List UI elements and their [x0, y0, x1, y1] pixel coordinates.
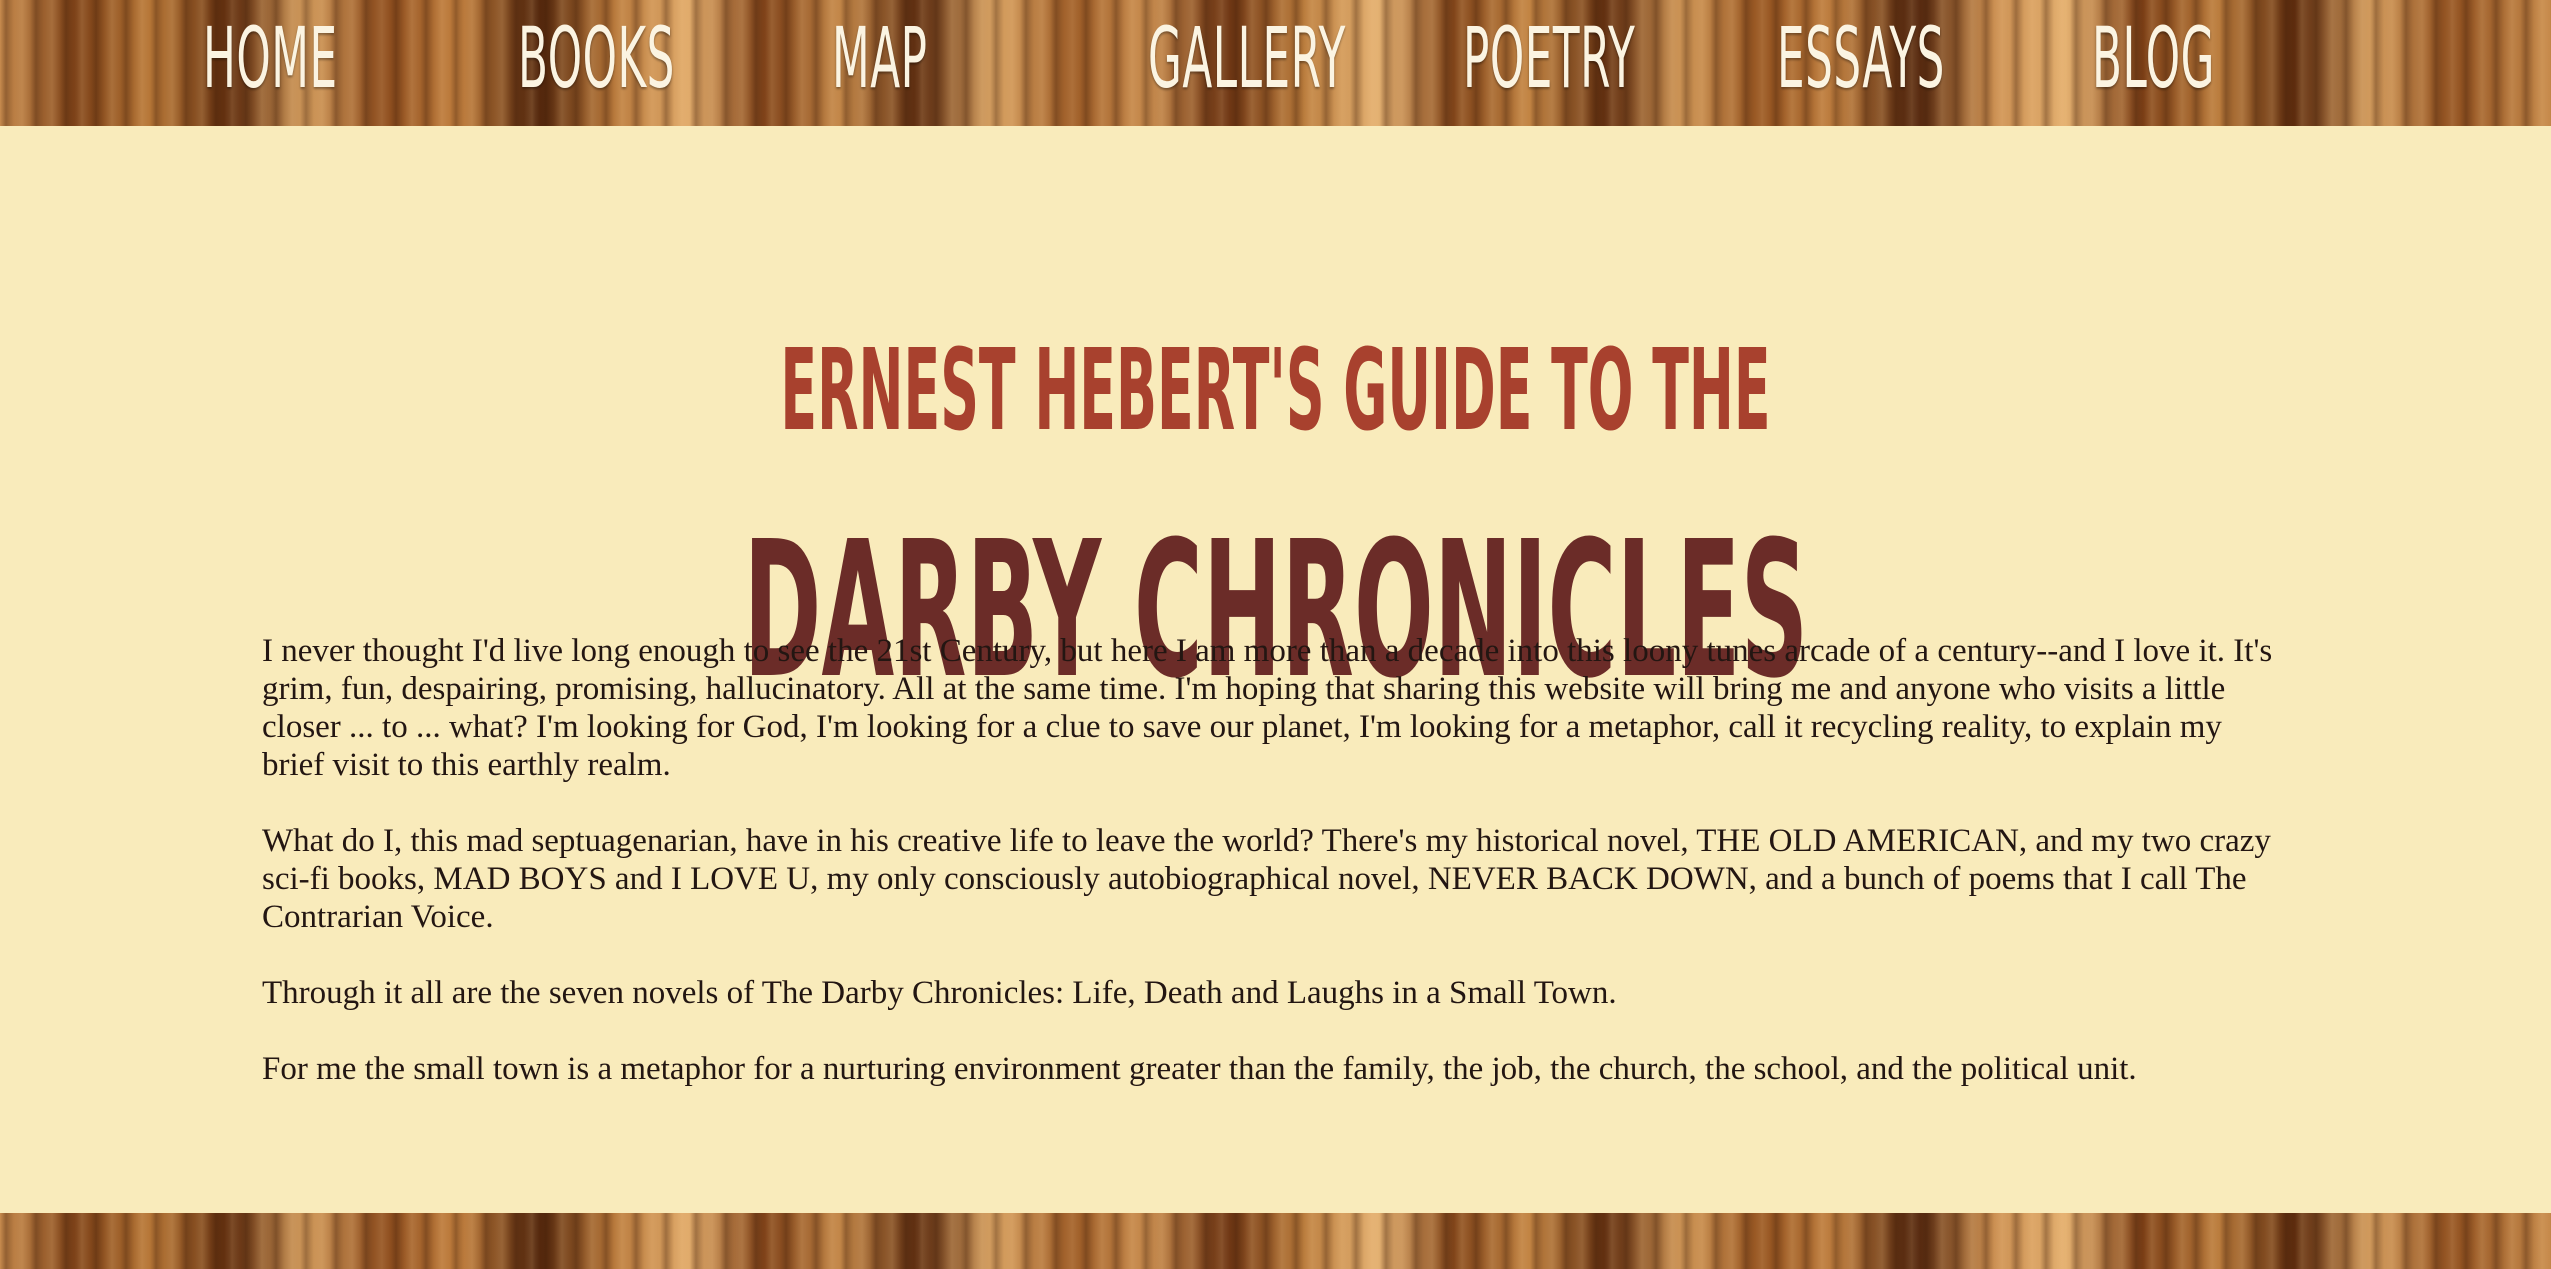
nav-books-link[interactable]: BOOKS: [518, 8, 675, 108]
nav-blog-link[interactable]: BLOG: [2092, 8, 2215, 108]
intro-paragraph-2: What do I, this mad septuagenarian, have…: [262, 823, 2271, 935]
nav-map-link[interactable]: MAP: [832, 8, 927, 108]
bottom-wood-bar: [0, 1213, 2551, 1269]
subtitle-container: Ernest Hebert's Guide to the: [0, 326, 2551, 456]
top-navigation-bar: HOME BOOKS MAP GALLERY POETRY ESSAYS BLO…: [0, 0, 2551, 126]
intro-text: I never thought I'd live long enough to …: [262, 632, 2282, 1126]
nav-essays-link[interactable]: ESSAYS: [1777, 8, 1945, 108]
nav-gallery-link[interactable]: GALLERY: [1148, 8, 1346, 108]
intro-paragraph-4: For me the small town is a metaphor for …: [262, 1051, 2137, 1087]
intro-paragraph-1: I never thought I'd live long enough to …: [262, 633, 2273, 783]
nav-home-link[interactable]: HOME: [203, 8, 338, 108]
page-subtitle: Ernest Hebert's Guide to the: [780, 326, 1771, 456]
intro-paragraph-3: Through it all are the seven novels of T…: [262, 975, 1617, 1011]
nav-poetry-link[interactable]: POETRY: [1463, 8, 1635, 108]
main-nav: HOME BOOKS MAP GALLERY POETRY ESSAYS BLO…: [0, 0, 2551, 126]
